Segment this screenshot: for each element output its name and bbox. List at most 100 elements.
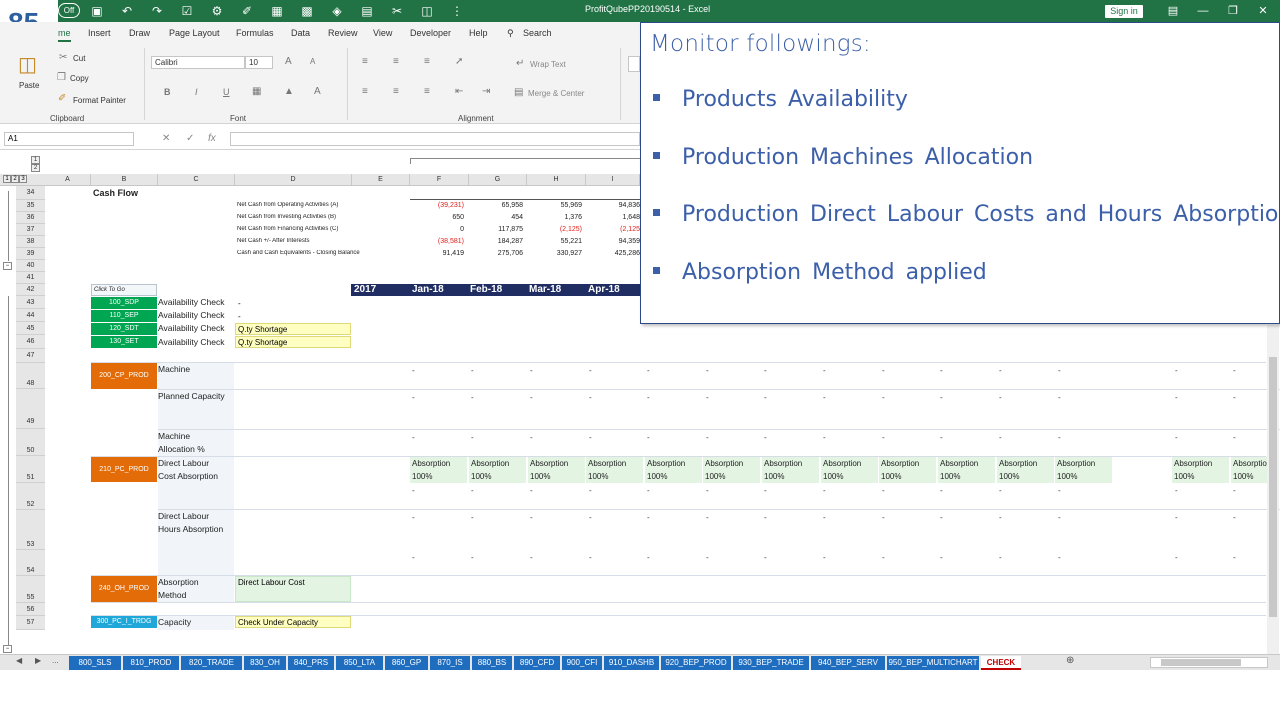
goto-200-cp-prod-button[interactable]: 200_CP_PROD bbox=[91, 363, 157, 389]
wrap-text-icon[interactable]: ↵ bbox=[516, 58, 524, 69]
tab-data[interactable]: Data bbox=[291, 28, 310, 38]
clipboard-icon[interactable]: ▤ bbox=[352, 2, 382, 20]
row-outline-level-3[interactable]: 3 bbox=[19, 175, 27, 183]
name-box[interactable]: A1 bbox=[4, 132, 134, 146]
copy-icon[interactable]: ❐ bbox=[57, 72, 66, 83]
row-header[interactable]: 46 bbox=[16, 335, 45, 349]
goto-240-oh-prod-button[interactable]: 240_OH_PROD bbox=[91, 576, 157, 602]
sign-in-button[interactable]: Sign in bbox=[1105, 5, 1143, 18]
tab-draw[interactable]: Draw bbox=[129, 28, 150, 38]
row-outline-level-1[interactable]: 1 bbox=[3, 175, 11, 183]
sheet-tab[interactable]: 830_OH bbox=[244, 656, 286, 670]
row-header[interactable]: 52 bbox=[16, 483, 45, 510]
increase-font-icon[interactable]: A bbox=[285, 56, 292, 67]
paste-icon[interactable]: ◫ bbox=[18, 52, 37, 77]
indent-decrease-icon[interactable]: ⇤ bbox=[455, 86, 463, 97]
camera-icon[interactable]: ▩ bbox=[292, 2, 322, 20]
row-header[interactable]: 34 bbox=[16, 186, 45, 200]
shapes-icon[interactable]: ◈ bbox=[322, 2, 352, 20]
tab-help[interactable]: Help bbox=[469, 28, 488, 38]
goto-300-pc-i-trdg-button[interactable]: 300_PC_I_TRDG bbox=[91, 616, 157, 628]
row-header[interactable]: 57 bbox=[16, 616, 45, 630]
brush-icon[interactable]: ✐ bbox=[232, 2, 262, 20]
column-header-f[interactable]: F bbox=[410, 174, 469, 186]
cut-icon[interactable]: ✂ bbox=[59, 52, 67, 63]
collapse-icon[interactable]: − bbox=[3, 262, 12, 270]
macro-icon[interactable]: ⚙ bbox=[202, 2, 232, 20]
row-header[interactable]: 40 bbox=[16, 260, 45, 272]
orientation-icon[interactable]: ➚ bbox=[455, 56, 463, 67]
vertical-scrollbar[interactable] bbox=[1267, 325, 1279, 655]
indent-increase-icon[interactable]: ⇥ bbox=[482, 86, 490, 97]
column-header-a[interactable]: A bbox=[45, 174, 91, 186]
column-header-g[interactable]: G bbox=[469, 174, 527, 186]
row-header[interactable]: 51 bbox=[16, 456, 45, 483]
decrease-font-icon[interactable]: A bbox=[310, 57, 315, 66]
search-icon[interactable]: ⚲ bbox=[507, 28, 514, 39]
col-outline-level-1[interactable]: 1 bbox=[31, 156, 40, 164]
sheet-tab[interactable]: 880_BS bbox=[472, 656, 512, 670]
row-header[interactable]: 43 bbox=[16, 296, 45, 309]
align-left-icon[interactable]: ≡ bbox=[362, 86, 368, 97]
row-header[interactable]: 49 bbox=[16, 389, 45, 429]
goto-120-sdt-button[interactable]: 120_SDT bbox=[91, 323, 157, 335]
sheet-tab[interactable]: 950_BEP_MULTICHART bbox=[887, 656, 979, 670]
merge-center-button[interactable]: Merge & Center bbox=[528, 89, 584, 98]
collapse-icon[interactable]: − bbox=[3, 645, 12, 653]
redo-icon[interactable]: ↷ bbox=[142, 2, 172, 20]
sheet-tab[interactable]: 910_DASHB bbox=[604, 656, 659, 670]
prev-sheet-icon[interactable]: ◀ bbox=[16, 656, 22, 665]
goto-130-set-button[interactable]: 130_SET bbox=[91, 336, 157, 348]
horizontal-scroll-thumb[interactable] bbox=[1161, 659, 1241, 666]
enter-icon[interactable]: ✓ bbox=[186, 133, 194, 144]
paste-button[interactable]: Paste bbox=[19, 81, 39, 90]
sheet-tab[interactable]: 820_TRADE bbox=[181, 656, 242, 670]
row-header[interactable]: 55 bbox=[16, 576, 45, 603]
sheet-tab[interactable]: CHECK bbox=[981, 656, 1021, 670]
tab-home[interactable]: me bbox=[58, 28, 71, 42]
search-box[interactable]: Search bbox=[523, 28, 552, 38]
format-painter-button[interactable]: Format Painter bbox=[73, 96, 126, 105]
more-sheets-button[interactable]: ... bbox=[52, 656, 59, 665]
tab-formulas[interactable]: Formulas bbox=[236, 28, 274, 38]
sheet-tab[interactable]: 900_CFI bbox=[562, 656, 602, 670]
sheet-tab[interactable]: 840_PRS bbox=[288, 656, 334, 670]
row-header[interactable]: 37 bbox=[16, 224, 45, 236]
tab-page-layout[interactable]: Page Layout bbox=[169, 28, 220, 38]
horizontal-scrollbar[interactable] bbox=[1150, 657, 1268, 668]
goto-110-sep-button[interactable]: 110_SEP bbox=[91, 310, 157, 322]
row-header[interactable]: 47 bbox=[16, 349, 45, 363]
font-color-icon[interactable]: A bbox=[314, 86, 321, 97]
minimize-icon[interactable]: — bbox=[1188, 2, 1218, 20]
customize-icon[interactable]: ⋮ bbox=[442, 2, 472, 20]
sheet-tab[interactable]: 940_BEP_SERV bbox=[811, 656, 885, 670]
align-bottom-icon[interactable]: ≡ bbox=[424, 56, 430, 67]
close-icon[interactable]: ✕ bbox=[1248, 2, 1278, 20]
column-header-b[interactable]: B bbox=[91, 174, 158, 186]
align-right-icon[interactable]: ≡ bbox=[424, 86, 430, 97]
row-header[interactable]: 38 bbox=[16, 236, 45, 248]
row-header[interactable]: 36 bbox=[16, 212, 45, 224]
column-header-d[interactable]: D bbox=[235, 174, 352, 186]
sheet-tab[interactable]: 860_GP bbox=[385, 656, 428, 670]
cut-tool-icon[interactable]: ✂ bbox=[382, 2, 412, 20]
save-icon[interactable]: ▣ bbox=[82, 2, 112, 20]
column-header-c[interactable]: C bbox=[158, 174, 235, 186]
underline-button[interactable]: U bbox=[223, 87, 230, 97]
sheet-tab[interactable]: 930_BEP_TRADE bbox=[733, 656, 809, 670]
align-top-icon[interactable]: ≡ bbox=[362, 56, 368, 67]
row-header[interactable]: 53 bbox=[16, 510, 45, 550]
sheet-tab[interactable]: 810_PROD bbox=[123, 656, 179, 670]
format-painter-icon[interactable]: ✐ bbox=[58, 93, 66, 104]
font-size-select[interactable]: 10 bbox=[245, 56, 273, 69]
undo-icon[interactable]: ↶ bbox=[112, 2, 142, 20]
wrap-text-button[interactable]: Wrap Text bbox=[530, 60, 566, 69]
copy-button[interactable]: Copy bbox=[70, 74, 89, 83]
select-all-corner[interactable]: 1 2 3 bbox=[0, 174, 45, 186]
row-header[interactable]: 35 bbox=[16, 200, 45, 212]
calculator-icon[interactable]: ▦ bbox=[262, 2, 292, 20]
tab-developer[interactable]: Developer bbox=[410, 28, 451, 38]
checkbox-icon[interactable]: ☑ bbox=[172, 2, 202, 20]
row-header[interactable]: 54 bbox=[16, 550, 45, 576]
autosave-toggle[interactable]: Off bbox=[58, 3, 80, 18]
